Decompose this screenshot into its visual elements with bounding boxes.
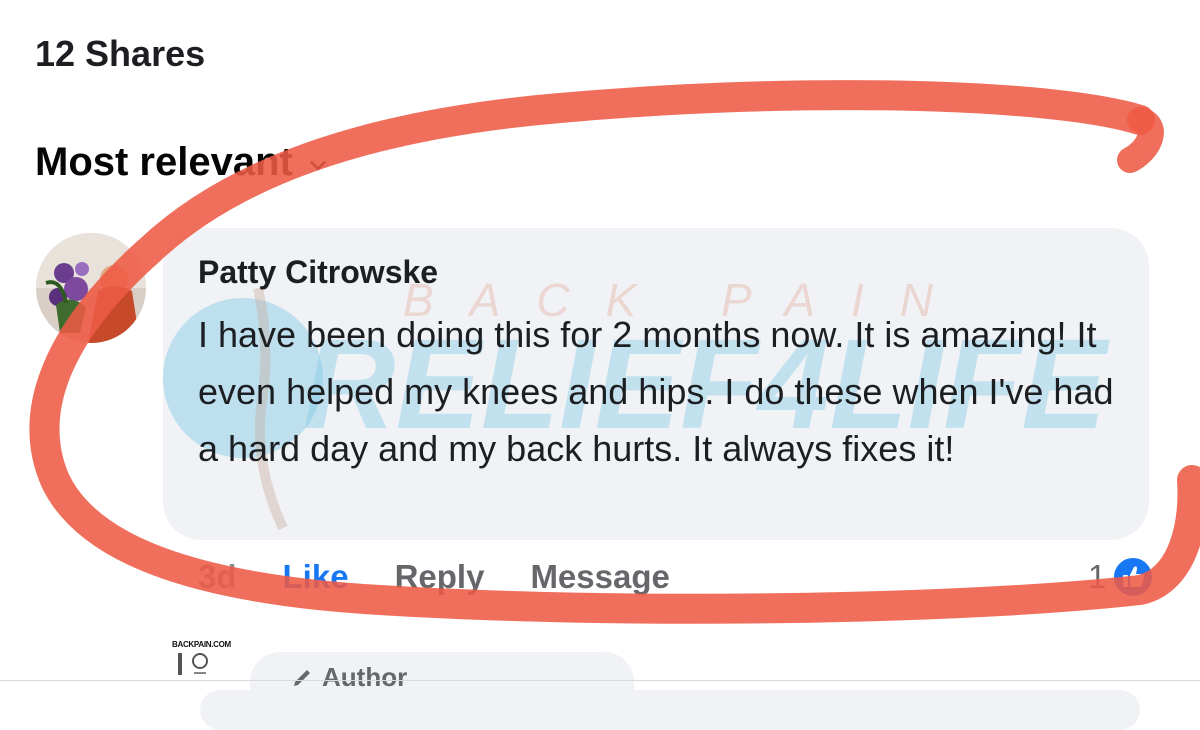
author-badge: Author: [290, 662, 407, 693]
commenter-avatar[interactable]: [36, 233, 146, 343]
pen-icon: [294, 669, 310, 686]
shares-count[interactable]: 12 Shares: [35, 33, 205, 75]
comment-input[interactable]: [200, 690, 1140, 730]
reply-avatar-brand: BACKPAIN.COM: [172, 640, 231, 649]
like-button[interactable]: Like: [283, 558, 349, 596]
comment-text: I have been doing this for 2 months now.…: [198, 314, 1114, 469]
sort-dropdown[interactable]: Most relevant: [35, 140, 329, 185]
logo-icon: [178, 653, 208, 675]
reply-button[interactable]: Reply: [395, 558, 485, 596]
comment-author[interactable]: Patty Citrowske: [198, 254, 438, 291]
sort-label: Most relevant: [35, 140, 293, 184]
comment-actions: 3d Like Reply Message: [198, 557, 670, 597]
reply-avatar[interactable]: BACKPAIN.COM: [172, 640, 232, 695]
comment-bubble: BACK PAIN RELIEF4LIFE Patty Citrowske I …: [163, 228, 1149, 540]
comment-timestamp[interactable]: 3d: [198, 558, 237, 596]
author-badge-label: Author: [322, 662, 408, 692]
reaction-summary[interactable]: 1: [1088, 556, 1155, 598]
chevron-down-icon: [310, 160, 326, 170]
thumbs-up-icon: [1112, 556, 1155, 598]
divider: [0, 680, 1200, 681]
reaction-count: 1: [1088, 558, 1107, 595]
message-button[interactable]: Message: [530, 558, 669, 596]
